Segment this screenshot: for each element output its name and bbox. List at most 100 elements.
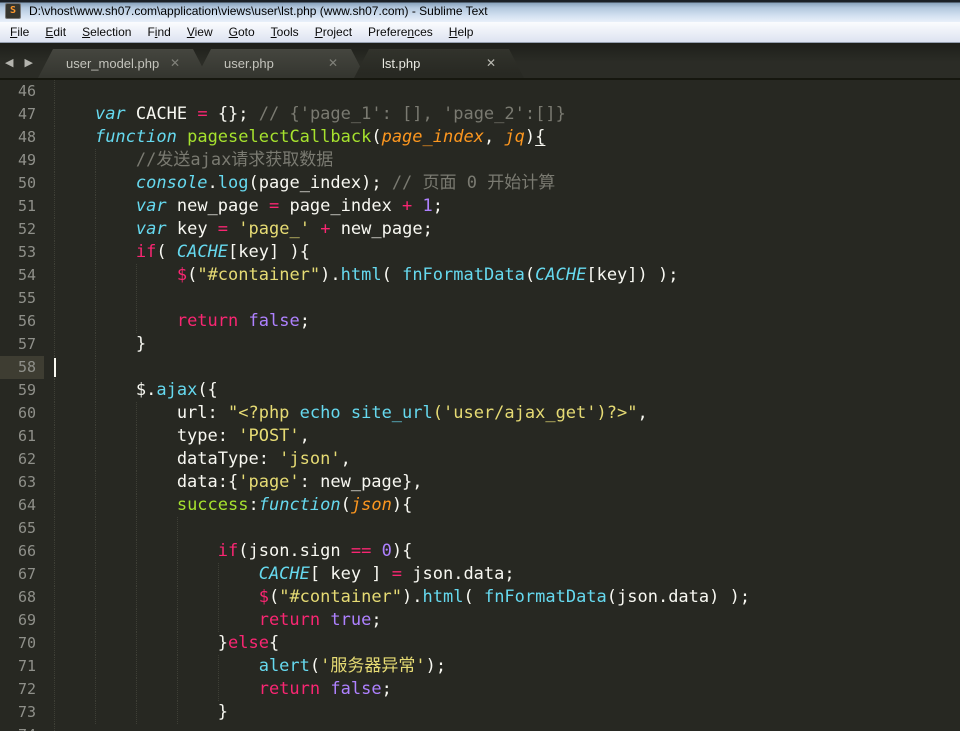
tab-label: user_model.php (66, 56, 159, 71)
menu-edit[interactable]: Edit (37, 22, 74, 42)
tab-user-php[interactable]: user.php✕ (196, 49, 366, 78)
code-line-67[interactable]: 67 CACHE[ key ] = json.data; (0, 563, 960, 586)
code-line-62[interactable]: 62 dataType: 'json', (0, 448, 960, 471)
menu-help[interactable]: Help (441, 22, 482, 42)
line-number: 68 (0, 586, 44, 609)
sublime-text-logo-icon[interactable]: S (5, 3, 21, 19)
code-text (44, 356, 54, 379)
indent-guide (54, 218, 55, 241)
indent-guide (136, 471, 137, 494)
editor[interactable]: 4647 var CACHE = {}; // {'page_1': [], '… (0, 80, 960, 731)
tab-nav-back-button[interactable]: ◀ (5, 57, 17, 69)
indent-guide (95, 149, 96, 172)
indent-guide (95, 678, 96, 701)
indent-guide (136, 310, 137, 333)
indent-guide (136, 701, 137, 724)
code-text: return false; (44, 310, 310, 333)
code-line-74[interactable]: 74 (0, 724, 960, 731)
tab-user-model-php[interactable]: user_model.php ✕ (38, 49, 208, 78)
indent-guide (95, 356, 96, 379)
tab-lst-php[interactable]: lst.php✕ (354, 49, 524, 78)
line-number: 60 (0, 402, 44, 425)
indent-guide (218, 609, 219, 632)
code-line-69[interactable]: 69 return true; (0, 609, 960, 632)
code-line-64[interactable]: 64 success:function(json){ (0, 494, 960, 517)
code-line-56[interactable]: 56 return false; (0, 310, 960, 333)
tab-nav-forward-button[interactable]: ▶ (25, 57, 37, 69)
code-text: type: 'POST', (44, 425, 310, 448)
indent-guide (177, 517, 178, 540)
indent-guide (95, 609, 96, 632)
menu-project[interactable]: Project (307, 22, 360, 42)
code-text: data:{'page': new_page}, (44, 471, 422, 494)
code-line-66[interactable]: 66 if(json.sign == 0){ (0, 540, 960, 563)
indent-guide (177, 609, 178, 632)
line-number: 70 (0, 632, 44, 655)
menu-view[interactable]: View (179, 22, 221, 42)
code-line-68[interactable]: 68 $("#container").html( fnFormatData(js… (0, 586, 960, 609)
indent-guide (54, 195, 55, 218)
code-line-60[interactable]: 60 url: "<?php echo site_url('user/ajax_… (0, 402, 960, 425)
code-text: $.ajax({ (44, 379, 218, 402)
indent-guide (54, 80, 55, 103)
code-text: //发送ajax请求获取数据 (44, 149, 333, 172)
menu-find[interactable]: Find (139, 22, 178, 42)
code-line-63[interactable]: 63 data:{'page': new_page}, (0, 471, 960, 494)
menu-goto[interactable]: Goto (221, 22, 263, 42)
code-line-73[interactable]: 73 } (0, 701, 960, 724)
indent-guide (54, 379, 55, 402)
indent-guide (54, 563, 55, 586)
code-line-53[interactable]: 53 if( CACHE[key] ){ (0, 241, 960, 264)
line-number: 61 (0, 425, 44, 448)
code-line-49[interactable]: 49 //发送ajax请求获取数据 (0, 149, 960, 172)
code-line-61[interactable]: 61 type: 'POST', (0, 425, 960, 448)
code-text: CACHE[ key ] = json.data; (44, 563, 515, 586)
code-text: success:function(json){ (44, 494, 412, 517)
code-line-57[interactable]: 57 } (0, 333, 960, 356)
code-line-48[interactable]: 48 function pageselectCallback(page_inde… (0, 126, 960, 149)
code-line-54[interactable]: 54 $("#container").html( fnFormatData(CA… (0, 264, 960, 287)
indent-guide (54, 310, 55, 333)
code-line-50[interactable]: 50 console.log(page_index); // 页面 0 开始计算 (0, 172, 960, 195)
line-number: 58 (0, 356, 44, 379)
tab-close-icon[interactable]: ✕ (170, 56, 180, 70)
indent-guide (136, 402, 137, 425)
code-line-52[interactable]: 52 var key = 'page_' + new_page; (0, 218, 960, 241)
code-line-72[interactable]: 72 return false; (0, 678, 960, 701)
indent-guide (95, 425, 96, 448)
code-line-55[interactable]: 55 (0, 287, 960, 310)
code-text: if(json.sign == 0){ (44, 540, 412, 563)
menu-bar: FileEditSelectionFindViewGotoToolsProjec… (0, 22, 960, 43)
indent-guide (95, 701, 96, 724)
indent-guide (177, 586, 178, 609)
code-line-46[interactable]: 46 (0, 80, 960, 103)
indent-guide (54, 126, 55, 149)
code-line-71[interactable]: 71 alert('服务器异常'); (0, 655, 960, 678)
indent-guide (54, 609, 55, 632)
code-line-70[interactable]: 70 }else{ (0, 632, 960, 655)
line-number: 51 (0, 195, 44, 218)
indent-guide (95, 333, 96, 356)
tab-close-icon[interactable]: ✕ (328, 56, 338, 70)
menu-preferences[interactable]: Preferences (360, 22, 441, 42)
menu-tools[interactable]: Tools (263, 22, 307, 42)
line-number: 49 (0, 149, 44, 172)
indent-guide (95, 172, 96, 195)
indent-guide (54, 540, 55, 563)
menu-selection[interactable]: Selection (74, 22, 139, 42)
indent-guide (95, 218, 96, 241)
indent-guide (54, 724, 55, 731)
code-line-59[interactable]: 59 $.ajax({ (0, 379, 960, 402)
code-line-47[interactable]: 47 var CACHE = {}; // {'page_1': [], 'pa… (0, 103, 960, 126)
code-text: var key = 'page_' + new_page; (44, 218, 433, 241)
indent-guide (136, 448, 137, 471)
line-number: 50 (0, 172, 44, 195)
indent-guide (95, 655, 96, 678)
indent-guide (218, 586, 219, 609)
code-line-65[interactable]: 65 (0, 517, 960, 540)
menu-file[interactable]: File (2, 22, 37, 42)
tab-close-icon[interactable]: ✕ (486, 56, 496, 70)
indent-guide (95, 310, 96, 333)
code-line-51[interactable]: 51 var new_page = page_index + 1; (0, 195, 960, 218)
code-line-58[interactable]: 58 (0, 356, 960, 379)
